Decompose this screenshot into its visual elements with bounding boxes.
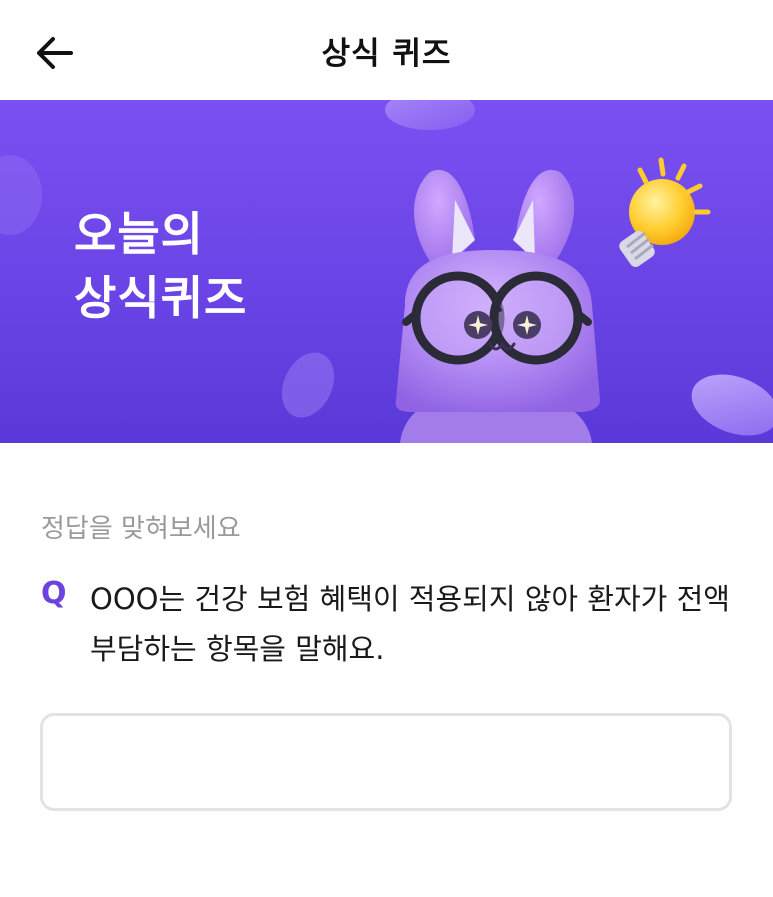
coin-decoration	[281, 352, 335, 418]
question-text: OOO는 건강 보험 혜택이 적용되지 않아 환자가 전액 부담하는 항목을 말…	[90, 582, 730, 666]
top-app-bar: 상식 퀴즈	[0, 0, 773, 100]
coin-decoration	[691, 374, 773, 436]
lightbulb-icon	[619, 157, 711, 267]
quiz-banner: 오늘의 상식퀴즈	[0, 100, 773, 443]
coin-decoration	[0, 155, 42, 235]
page-title: 상식 퀴즈	[321, 36, 452, 72]
question-label: Q	[41, 576, 67, 611]
quiz-screen: 상식 퀴즈 오늘의 상식퀴즈 정답을 맞혀보세요 Q OOO는 건강 보험 혜택…	[0, 0, 773, 897]
banner-title: 오늘의 상식퀴즈	[74, 202, 247, 330]
banner-title-line1: 오늘의	[74, 207, 204, 261]
banner-title-line2: 상식퀴즈	[74, 271, 248, 325]
answer-input[interactable]	[40, 713, 732, 811]
answer-hint: 정답을 맞혀보세요	[41, 514, 241, 544]
coin-decoration	[385, 100, 475, 130]
